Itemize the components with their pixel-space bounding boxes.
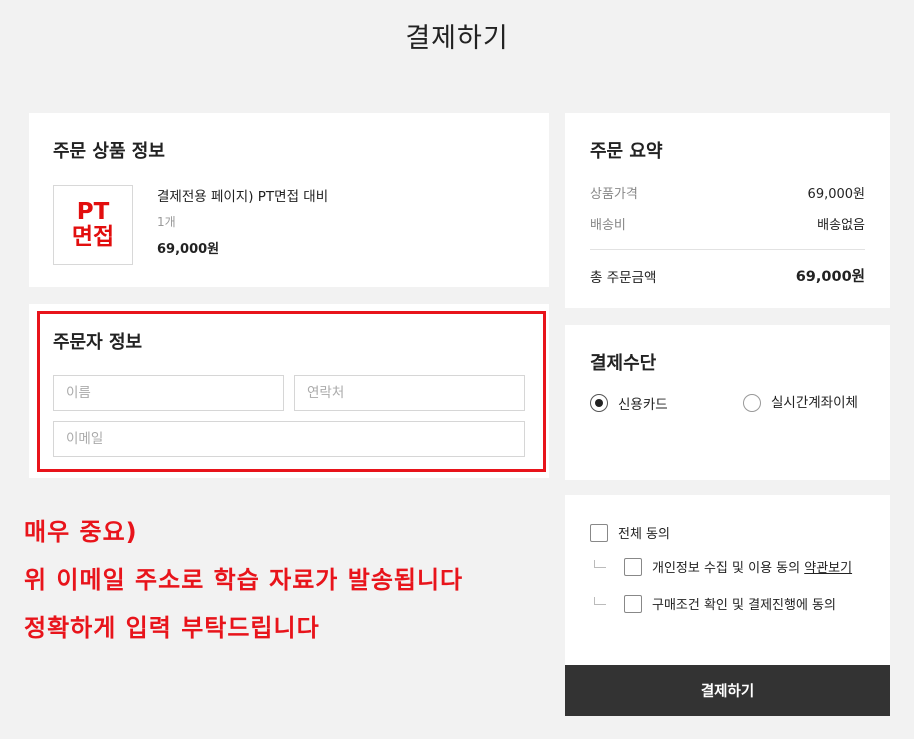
summary-total-value: 69,000원 — [795, 269, 865, 285]
payment-method-card: 결제수단 신용카드 실시간계좌이체 — [565, 325, 890, 480]
agree-privacy-row[interactable]: 개인정보 수집 및 이용 동의 약관보기 — [590, 558, 865, 579]
summary-product-price-label: 상품가격 — [590, 187, 638, 202]
product-item: PT 면접 결제전용 페이지) PT면접 대비 1개 69,000원 — [53, 185, 525, 265]
radio-transfer[interactable] — [743, 394, 761, 412]
agree-privacy-text: 개인정보 수집 및 이용 동의 약관보기 — [652, 558, 865, 579]
notice-line-2: 위 이메일 주소로 학습 자료가 발송됩니다 — [24, 566, 464, 594]
phone-input[interactable] — [294, 375, 525, 411]
summary-shipping-row: 배송비 배송없음 — [590, 214, 865, 233]
agree-privacy-label: 개인정보 수집 및 이용 동의 — [652, 561, 801, 576]
email-input[interactable] — [53, 421, 525, 457]
agree-purchase-checkbox[interactable] — [624, 595, 642, 613]
sub-item-indent-icon — [594, 560, 606, 568]
order-summary-card: 주문 요약 상품가격 69,000원 배송비 배송없음 총 주문금액 69,00… — [565, 113, 890, 308]
page-title: 결제하기 — [405, 23, 509, 54]
terms-view-link[interactable]: 약관보기 — [804, 561, 852, 576]
sub-item-indent-icon — [594, 597, 606, 605]
thumbnail-text-2: 면접 — [71, 224, 115, 250]
order-product-card: 주문 상품 정보 PT 면접 결제전용 페이지) PT면접 대비 1개 69,0… — [29, 113, 549, 287]
orderer-info-card: 주문자 정보 — [29, 304, 549, 478]
summary-total-label: 총 주문금액 — [590, 269, 657, 286]
summary-shipping-label: 배송비 — [590, 218, 626, 233]
payment-option-card-label: 신용카드 — [618, 397, 668, 413]
payment-option-card[interactable]: 신용카드 — [590, 393, 743, 414]
notice-line-3: 정확하게 입력 부탁드립니다 — [24, 614, 320, 642]
orderer-input-row — [53, 375, 525, 411]
summary-total-row: 총 주문금액 69,000원 — [590, 265, 865, 286]
radio-card[interactable] — [590, 394, 608, 412]
product-info: 결제전용 페이지) PT면접 대비 1개 69,000원 — [157, 185, 328, 265]
email-notice: 매우 중요) 위 이메일 주소로 학습 자료가 발송됩니다 정확하게 입력 부탁… — [24, 508, 463, 652]
agree-privacy-checkbox[interactable] — [624, 558, 642, 576]
summary-shipping-value: 배송없음 — [817, 218, 865, 233]
agree-all-row[interactable]: 전체 동의 — [590, 523, 865, 542]
payment-option-transfer[interactable]: 실시간계좌이체 — [743, 393, 863, 414]
notice-line-1: 매우 중요) — [24, 518, 138, 546]
checkout-page: 결제하기 주문 상품 정보 PT 면접 결제전용 페이지) PT면접 대비 1개… — [0, 0, 914, 739]
order-summary-title: 주문 요약 — [590, 141, 663, 162]
agree-purchase-row[interactable]: 구매조건 확인 및 결제진행에 동의 — [590, 595, 865, 616]
radio-selected-dot — [595, 399, 603, 407]
name-input[interactable] — [53, 375, 284, 411]
summary-product-price-row: 상품가격 69,000원 — [590, 183, 865, 202]
order-product-title: 주문 상품 정보 — [53, 141, 165, 162]
agree-all-label: 전체 동의 — [618, 527, 670, 542]
payment-options: 신용카드 실시간계좌이체 — [590, 393, 865, 414]
agree-purchase-label: 구매조건 확인 및 결제진행에 동의 — [652, 598, 836, 613]
pay-button[interactable]: 결제하기 — [565, 665, 890, 716]
agree-all-checkbox[interactable] — [590, 523, 608, 542]
agreement-card: 전체 동의 개인정보 수집 및 이용 동의 약관보기 구매조건 확인 및 결제진… — [565, 495, 890, 665]
payment-method-title: 결제수단 — [590, 353, 657, 374]
summary-product-price-value: 69,000원 — [807, 187, 865, 202]
payment-option-transfer-label: 실시간계좌이체 — [771, 395, 858, 411]
thumbnail-text-1: PT — [76, 198, 110, 225]
product-price: 69,000원 — [157, 242, 220, 257]
product-thumbnail: PT 면접 — [53, 185, 133, 265]
summary-divider — [590, 249, 865, 250]
orderer-info-title: 주문자 정보 — [53, 332, 143, 353]
product-quantity: 1개 — [157, 215, 176, 229]
product-name: 결제전용 페이지) PT면접 대비 — [157, 189, 329, 205]
